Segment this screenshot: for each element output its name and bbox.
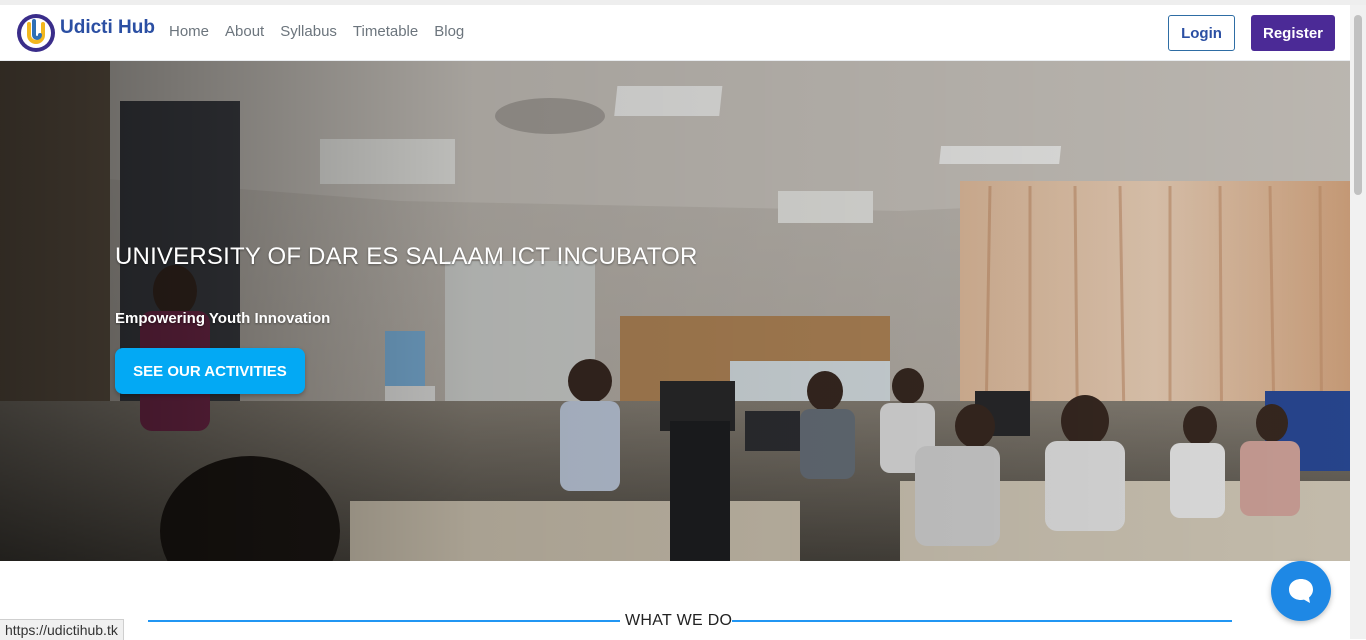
section-divider-left bbox=[148, 620, 620, 622]
status-bar-url: https://udictihub.tk bbox=[0, 619, 124, 640]
hero-banner: UNIVERSITY OF DAR ES SALAAM ICT INCUBATO… bbox=[0, 61, 1350, 561]
nav-link-timetable[interactable]: Timetable bbox=[353, 23, 418, 40]
register-button[interactable]: Register bbox=[1251, 15, 1335, 51]
section-divider-right bbox=[732, 620, 1232, 622]
nav-link-home[interactable]: Home bbox=[169, 23, 209, 40]
nav-link-syllabus[interactable]: Syllabus bbox=[280, 23, 337, 40]
chat-bubble-icon bbox=[1289, 579, 1313, 603]
navbar: Udicti Hub Home About Syllabus Timetable… bbox=[0, 5, 1350, 61]
brand-name: Udicti Hub bbox=[60, 17, 155, 38]
nav-link-blog[interactable]: Blog bbox=[434, 23, 464, 40]
page-scrollbar[interactable] bbox=[1350, 5, 1366, 639]
nav-link-about[interactable]: About bbox=[225, 23, 264, 40]
chat-launcher-button[interactable] bbox=[1271, 561, 1331, 621]
login-button[interactable]: Login bbox=[1168, 15, 1235, 51]
section-title: WHAT WE DO bbox=[625, 612, 733, 629]
hero-subtitle: Empowering Youth Innovation bbox=[115, 310, 331, 327]
brand[interactable]: Udicti Hub bbox=[16, 13, 155, 53]
hero-title: UNIVERSITY OF DAR ES SALAAM ICT INCUBATO… bbox=[115, 243, 698, 270]
nav-links: Home About Syllabus Timetable Blog bbox=[169, 23, 480, 40]
see-our-activities-button[interactable]: SEE OUR ACTIVITIES bbox=[115, 348, 305, 394]
udicti-logo-icon bbox=[17, 14, 55, 52]
scrollbar-thumb[interactable] bbox=[1354, 15, 1362, 195]
